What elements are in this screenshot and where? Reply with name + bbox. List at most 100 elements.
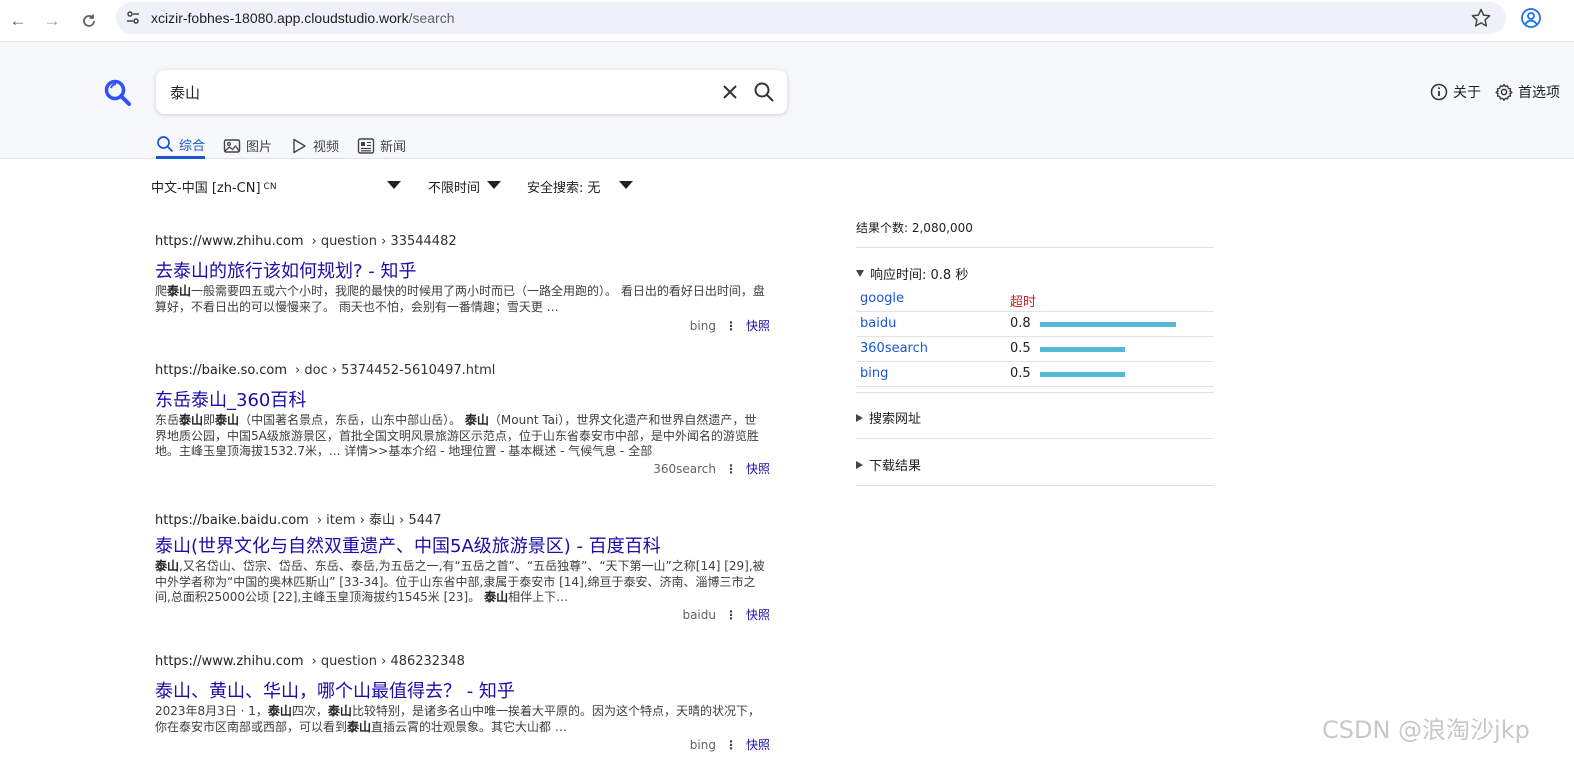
result-engine: bing — [689, 737, 716, 752]
engine-name[interactable]: bing — [860, 366, 888, 381]
cache-link[interactable]: 快照 — [746, 606, 770, 623]
tab-images[interactable]: 图片 — [223, 132, 272, 159]
language-select[interactable]: 中文-中国 [zh-CN] CN — [151, 177, 403, 196]
result-title-link[interactable]: 去泰山的旅行该如何规划? - 知乎 — [155, 257, 775, 282]
engine-time: 0.8 — [1010, 316, 1031, 331]
result-url[interactable]: https://baike.baidu.com › item › 泰山 › 544… — [155, 509, 775, 528]
time-range-value: 不限时间 — [428, 181, 481, 196]
search-url-toggle[interactable]: 搜索网址 — [856, 408, 1214, 427]
search-url-label: 搜索网址 — [869, 412, 922, 427]
result-url[interactable]: https://www.zhihu.com › question › 335444… — [155, 234, 775, 252]
safe-search-value: 安全搜索: 无 — [527, 181, 601, 196]
result-item: https://baike.so.com › doc › 5374452-5610… — [155, 363, 775, 481]
result-meta: 360search ⋮ 快照 — [653, 460, 770, 477]
bookmark-star-icon[interactable] — [1470, 7, 1492, 29]
engine-row: 360search 0.5 — [856, 337, 1214, 362]
tab-news[interactable]: 新闻 — [357, 132, 406, 159]
time-range-select[interactable]: 不限时间 — [428, 177, 502, 196]
chevron-down-icon — [387, 181, 401, 189]
chevron-down-icon — [619, 181, 633, 189]
result-host: https://baike.so.com — [155, 363, 288, 378]
site-settings-icon[interactable] — [124, 9, 142, 27]
more-options-icon[interactable]: ⋮ — [725, 738, 737, 752]
caret-down-icon — [856, 270, 864, 277]
engine-time-bar — [1040, 347, 1125, 352]
result-snippet: 爬泰山一般需要四五或六个小时，我爬的最快的时候用了两小时而已（一路全用跑的）。 … — [155, 284, 765, 314]
search-input[interactable] — [170, 80, 710, 104]
reload-icon[interactable] — [76, 8, 102, 34]
engine-time: 0.5 — [1010, 366, 1031, 381]
tab-videos[interactable]: 视频 — [290, 132, 339, 159]
tab-label: 新闻 — [380, 140, 407, 155]
searxng-logo-icon[interactable] — [103, 78, 133, 108]
address-url: xcizir-fobhes-18080.app.cloudstudio.work… — [151, 10, 455, 26]
result-item: https://www.zhihu.com › question › 335444… — [155, 234, 775, 334]
about-link[interactable]: 关于 — [1430, 82, 1481, 102]
result-meta: baidu ⋮ 快照 — [682, 606, 770, 623]
engine-name[interactable]: 360search — [860, 341, 928, 356]
response-time-title: 响应时间: 0.8 秒 — [870, 268, 969, 283]
language-value: 中文-中国 [zh-CN] — [151, 181, 261, 196]
news-icon — [357, 137, 375, 154]
preferences-link[interactable]: 首选项 — [1495, 82, 1560, 102]
safe-search-select[interactable]: 安全搜索: 无 — [527, 177, 634, 196]
profile-icon[interactable] — [1520, 7, 1542, 29]
divider — [856, 438, 1214, 439]
result-crumb: › question › 33544482 — [311, 234, 457, 249]
cache-link[interactable]: 快照 — [746, 317, 770, 334]
result-engine: 360search — [653, 461, 716, 476]
search-icon[interactable] — [753, 81, 775, 103]
back-arrow-icon[interactable]: ← — [5, 8, 31, 34]
browser-toolbar: ← → xcizir-fobhes-18080.app.cloudstudio.… — [0, 0, 1574, 42]
response-time-toggle[interactable]: 响应时间: 0.8 秒 — [856, 264, 1214, 283]
preferences-label: 首选项 — [1518, 85, 1560, 101]
tab-label: 图片 — [246, 140, 273, 155]
engine-row: bing 0.5 — [856, 362, 1214, 387]
engine-time-bar — [1040, 322, 1176, 327]
result-url[interactable]: https://baike.so.com › doc › 5374452-5610… — [155, 363, 775, 381]
result-snippet: 2023年8月3日 · 1，泰山四次，泰山比较特别，是诸多名山中唯一挨着大平原的… — [155, 704, 760, 734]
more-options-icon[interactable]: ⋮ — [725, 608, 737, 622]
engine-time: 0.5 — [1010, 341, 1031, 356]
result-engine: bing — [689, 318, 716, 333]
download-results-toggle[interactable]: 下载结果 — [856, 455, 1214, 474]
result-engine: baidu — [682, 607, 716, 622]
about-label: 关于 — [1453, 85, 1481, 101]
tab-general[interactable]: 综合 — [156, 132, 206, 159]
more-options-icon[interactable]: ⋮ — [725, 319, 737, 333]
more-options-icon[interactable]: ⋮ — [725, 462, 737, 476]
engine-name[interactable]: google — [860, 291, 904, 306]
tab-label: 视频 — [313, 140, 340, 155]
clear-icon[interactable] — [720, 82, 740, 102]
tab-label: 综合 — [179, 138, 206, 154]
divider — [856, 247, 1214, 248]
address-bar[interactable]: xcizir-fobhes-18080.app.cloudstudio.work… — [116, 2, 1506, 34]
result-url[interactable]: https://www.zhihu.com › question › 486232… — [155, 654, 775, 672]
play-icon — [293, 138, 306, 153]
search-header: 关于 首选项 综合 图片 视频 新闻 — [0, 42, 1574, 159]
engine-name[interactable]: baidu — [860, 316, 896, 331]
info-icon — [1430, 83, 1448, 101]
result-host: https://www.zhihu.com — [155, 654, 304, 669]
result-host: https://www.zhihu.com — [155, 234, 304, 249]
result-item: https://baike.baidu.com › item › 泰山 › 544… — [155, 509, 775, 627]
search-box — [156, 70, 787, 114]
result-crumb: › doc › 5374452-5610497.html — [295, 363, 496, 378]
result-host: https://baike.baidu.com — [155, 513, 309, 528]
language-suffix: CN — [263, 181, 277, 192]
result-meta: bing ⋮ 快照 — [690, 736, 770, 753]
result-title-link[interactable]: 泰山(世界文化与自然双重遗产、中国5A级旅游景区) - 百度百科 — [155, 532, 775, 557]
download-label: 下载结果 — [869, 459, 922, 474]
chevron-down-icon — [487, 181, 501, 189]
result-title-link[interactable]: 东岳泰山_360百科 — [155, 386, 775, 411]
result-snippet: 泰山,又名岱山、岱宗、岱岳、东岳、泰岳,为五岳之一,有“五岳之首”、“五岳独尊”… — [155, 559, 765, 604]
cache-link[interactable]: 快照 — [746, 736, 770, 753]
result-title-link[interactable]: 泰山、黄山、华山，哪个山最值得去？ - 知乎 — [155, 677, 775, 702]
forward-arrow-icon[interactable]: → — [39, 8, 65, 34]
engine-row: google 超时 — [856, 287, 1214, 312]
engine-time-bar — [1040, 372, 1125, 377]
engine-time: 超时 — [1010, 295, 1037, 310]
cache-link[interactable]: 快照 — [746, 460, 770, 477]
gear-icon — [1495, 83, 1513, 101]
engine-row: baidu 0.8 — [856, 312, 1214, 337]
